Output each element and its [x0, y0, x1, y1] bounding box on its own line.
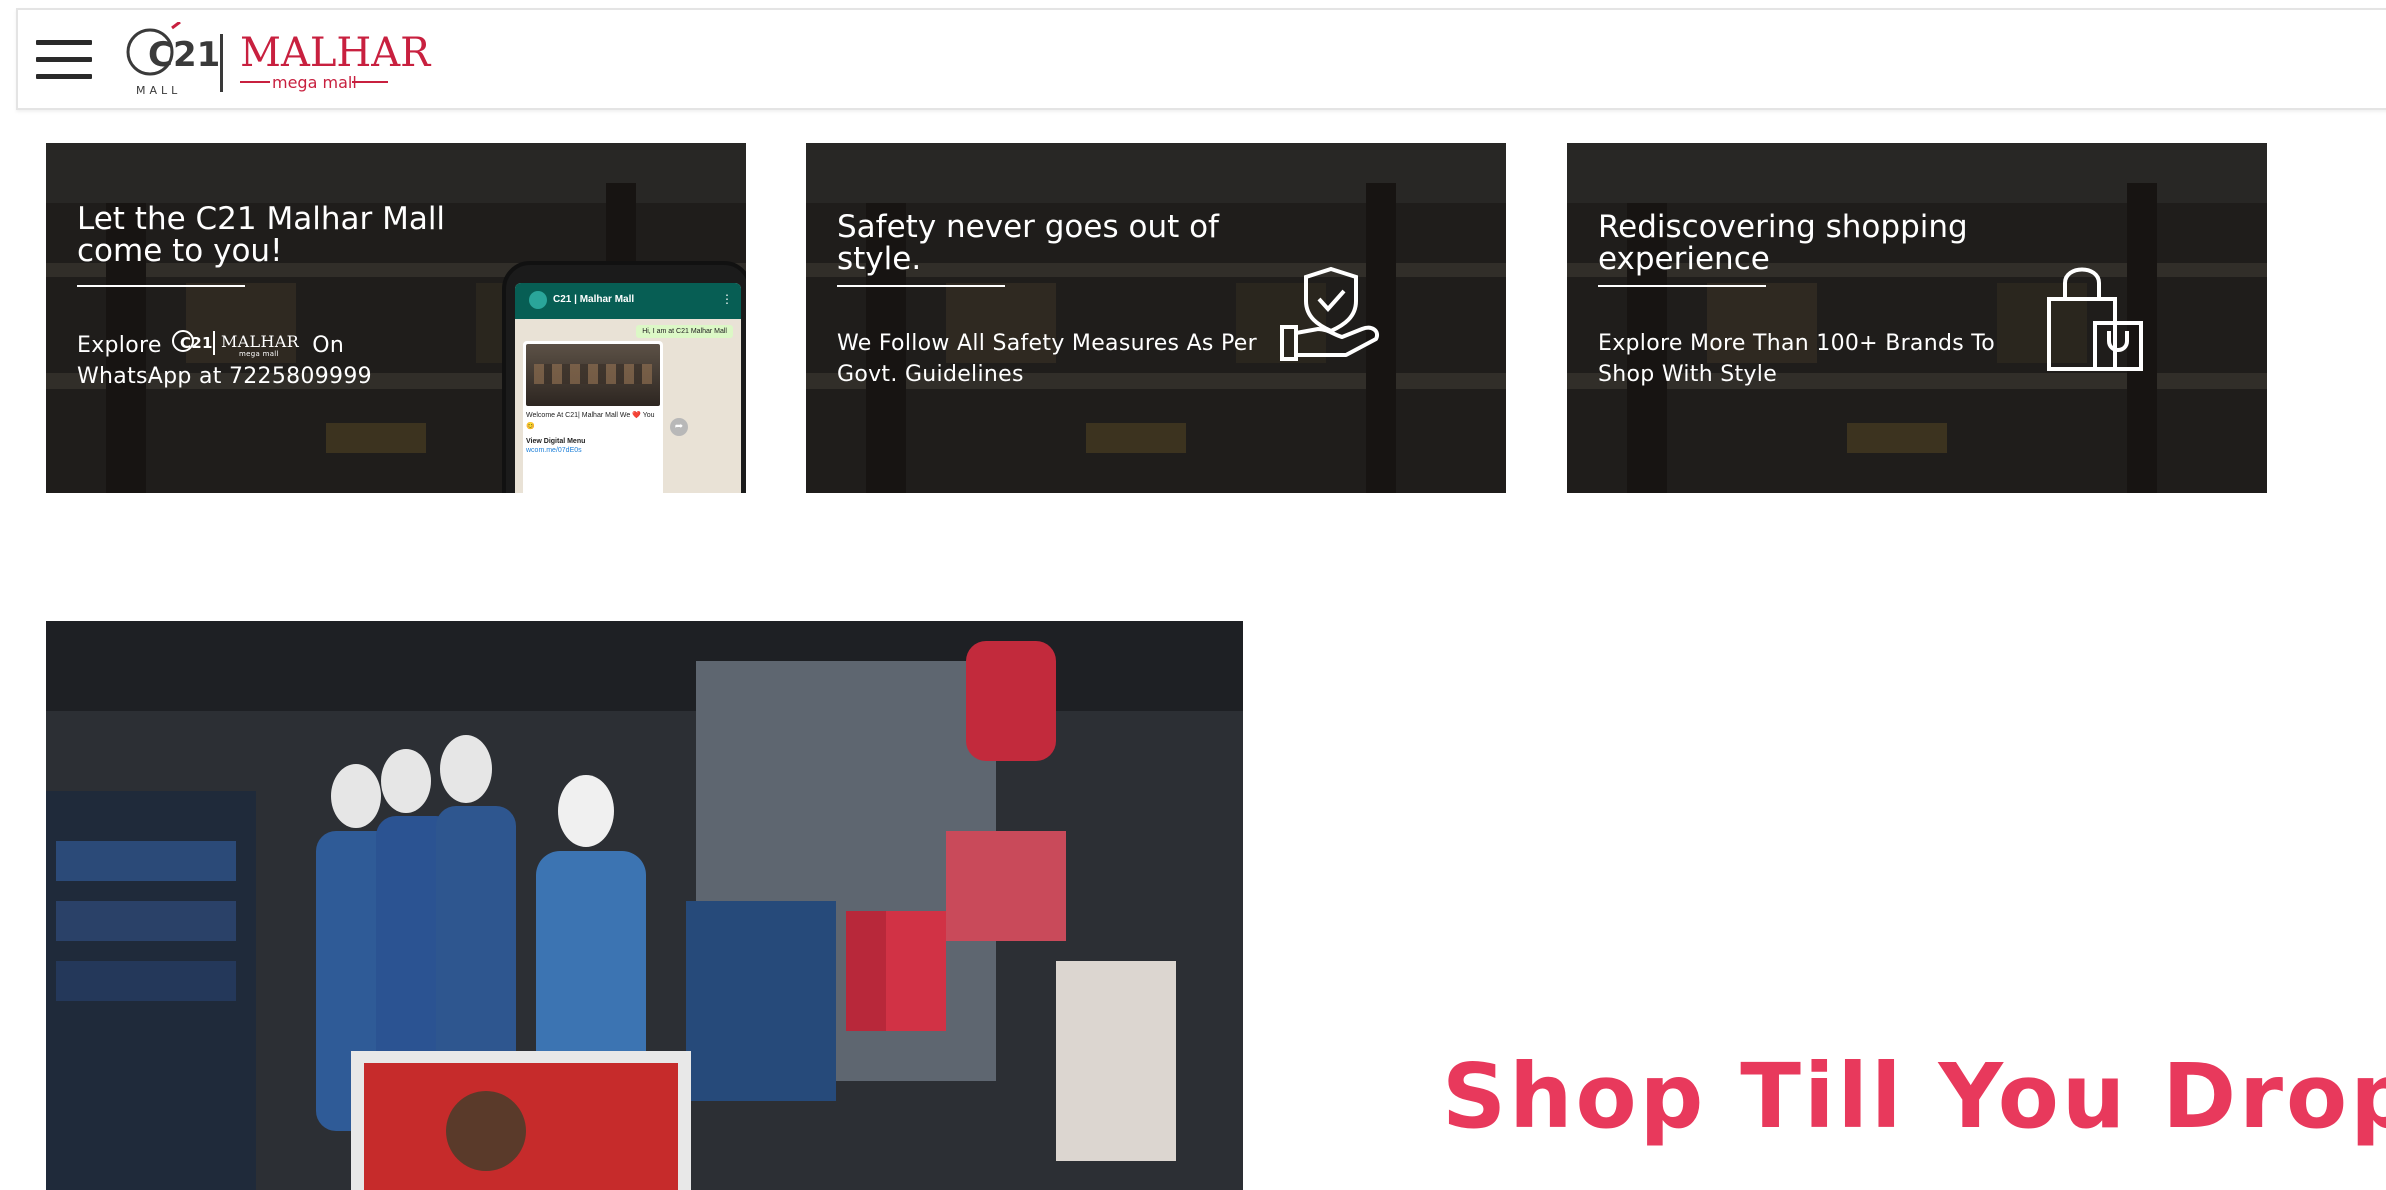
whatsapp-promo-card[interactable]: Let the C21 Malhar Mall come to you! Exp…	[46, 143, 746, 493]
chat-message-out: Hi, I am at C21 Malhar Mall	[636, 325, 733, 338]
logo-malhar-text: MALHAR	[240, 30, 432, 76]
card-title: Let the C21 Malhar Mall come to you!	[77, 201, 446, 269]
shopping-bag-icon	[2047, 267, 2143, 371]
chat-image	[526, 344, 660, 406]
chat-welcome-text: Welcome At C21| Malhar Mall We ❤️ You 😊	[526, 412, 655, 430]
shield-hand-icon	[1280, 266, 1379, 361]
chat-link: wcom.me/07dE0s	[526, 447, 582, 454]
safety-card[interactable]: Safety never goes out of style. We Follo…	[806, 143, 1506, 493]
card-divider	[837, 285, 1005, 287]
card-subtitle: Explore C21 MALHAR mega mall On WhatsApp…	[77, 328, 497, 392]
card-sub-line2: WhatsApp at 7225809999	[77, 364, 372, 389]
chat-menu-text: View Digital Menu	[526, 438, 586, 445]
card-sub-before: Explore	[77, 333, 162, 358]
site-header: C21 MALL MALHAR mega mall	[16, 8, 2386, 110]
hamburger-menu-icon[interactable]	[36, 36, 92, 84]
inline-logo-c21: C21	[180, 334, 213, 352]
card-sub-after: On	[312, 333, 345, 358]
more-options-icon: ⋮	[721, 292, 733, 306]
card-subtitle: We Follow All Safety Measures As Per Gov…	[837, 331, 1257, 387]
card-title: Rediscovering shopping experience	[1598, 209, 1968, 277]
card-divider	[1598, 285, 1766, 287]
card-subtitle: Explore More Than 100+ Brands To Shop Wi…	[1598, 331, 1996, 387]
shopping-experience-card[interactable]: Rediscovering shopping experience Explor…	[1567, 143, 2267, 493]
forward-icon: ➦	[670, 418, 688, 436]
tagline: Shop Till You Drop	[1442, 1044, 2386, 1148]
chat-avatar	[529, 291, 547, 309]
page: C21 MALL MALHAR mega mall Let the C21 Ma…	[0, 0, 2386, 1190]
inline-logo-malhar: MALHAR	[221, 332, 300, 351]
whatsapp-phone-image: C21 | Malhar Mall ⋮ Hi, I am at C21 Malh…	[502, 261, 746, 493]
card-title: Safety never goes out of style.	[837, 209, 1219, 277]
logo-c21-text: C21	[148, 35, 220, 75]
logo-megamall-text: mega mall	[272, 73, 357, 92]
store-interior-photo	[46, 621, 1243, 1190]
inline-logo-megamall: mega mall	[239, 350, 279, 358]
logo-mall-text: MALL	[136, 84, 181, 97]
chat-name: C21 | Malhar Mall	[553, 294, 635, 305]
site-logo[interactable]: C21 MALL MALHAR mega mall	[120, 22, 450, 100]
chat-message-in: Welcome At C21| Malhar Mall We ❤️ You 😊 …	[523, 341, 663, 493]
inline-logo: C21 MALHAR mega mall	[171, 330, 300, 358]
card-divider	[77, 285, 245, 287]
